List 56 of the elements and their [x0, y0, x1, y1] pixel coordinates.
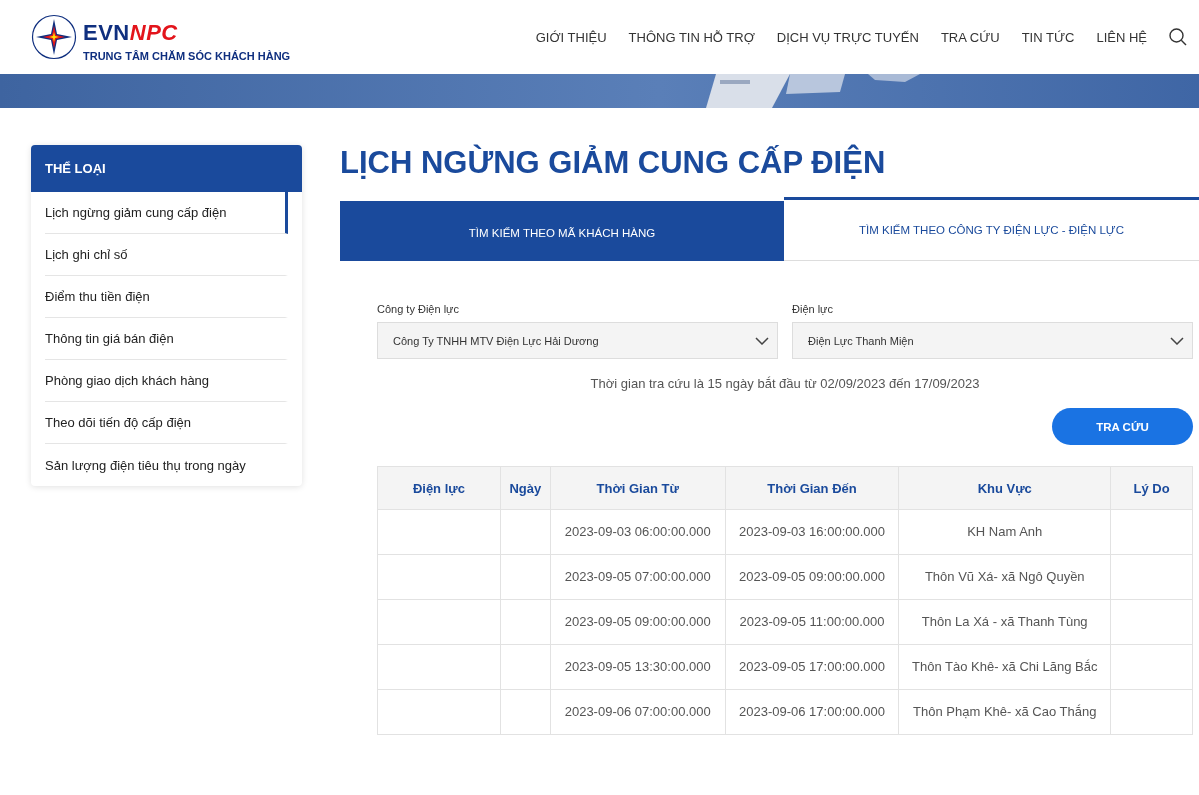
table-cell: [500, 509, 551, 555]
table-cell: 2023-09-05 13:30:00.000: [550, 644, 726, 690]
column-header: Ngày: [500, 466, 551, 510]
nav-link[interactable]: DỊCH VỤ TRỰC TUYẾN: [776, 29, 919, 45]
nav-link[interactable]: LIÊN HỆ: [1096, 29, 1147, 45]
sidebar-item[interactable]: Điểm thu tiền điện: [45, 276, 288, 318]
table-cell: [500, 599, 551, 645]
table-cell: Thôn La Xá - xã Thanh Tùng: [898, 599, 1111, 645]
table-cell: 2023-09-05 11:00:00.000: [725, 599, 899, 645]
select-field[interactable]: Điện Lực Thanh Miện: [792, 322, 1193, 359]
column-header: Lý Do: [1110, 466, 1193, 510]
logo-text: EVN: [83, 22, 130, 44]
sidebar-item[interactable]: Theo dõi tiến độ cấp điện: [45, 402, 288, 444]
chevron-down-icon: [755, 336, 769, 345]
nav-link[interactable]: TRA CỨU: [940, 29, 1000, 45]
logo-text: NPC: [129, 22, 178, 44]
tab[interactable]: TÌM KIẾM THEO MÃ KHÁCH HÀNG: [340, 201, 784, 261]
table-cell: KH Nam Anh: [898, 509, 1111, 555]
table-cell: 2023-09-03 16:00:00.000: [725, 509, 899, 555]
table-cell: 2023-09-05 09:00:00.000: [550, 599, 726, 645]
table-cell: Thôn Phạm Khê- xã Cao Thắng: [898, 689, 1111, 735]
table-cell: 2023-09-05 17:00:00.000: [725, 644, 899, 690]
nav-link[interactable]: THÔNG TIN HỖ TRỢ: [628, 29, 755, 45]
table-cell: 2023-09-05 09:00:00.000: [725, 554, 899, 600]
table-cell: 2023-09-06 17:00:00.000: [725, 689, 899, 735]
table-cell: 2023-09-03 06:00:00.000: [550, 509, 726, 555]
field-label: Công ty Điện lực: [377, 303, 460, 315]
info-text: Thời gian tra cứu là 15 ngày bắt đầu từ 02/09/2023 đến 17/09/2023: [589, 376, 981, 391]
field-label: Điện lực: [792, 303, 834, 315]
sidebar-item[interactable]: Sản lượng điện tiêu thụ trong ngày: [45, 444, 288, 486]
column-header: Thời Gian Đến: [725, 466, 899, 510]
sidebar-item[interactable]: Lịch ngừng giảm cung cấp điện: [45, 192, 288, 234]
select-field[interactable]: Công Ty TNHH MTV Điện Lực Hải Dương: [377, 322, 778, 359]
table-cell: [500, 554, 551, 600]
table-cell: 2023-09-05 07:00:00.000: [550, 554, 726, 600]
chevron-down-icon: [1170, 336, 1184, 345]
page-title: LỊCH NGỪNG GIẢM CUNG CẤP ĐIỆN: [340, 145, 887, 181]
nav-link[interactable]: TIN TỨC: [1021, 29, 1075, 45]
search-button[interactable]: TRA CỨU: [1052, 408, 1193, 445]
sidebar-item[interactable]: Phòng giao dịch khách hàng: [45, 360, 288, 402]
sidebar-item[interactable]: Thông tin giá bán điện: [45, 318, 288, 360]
tab[interactable]: TÌM KIẾM THEO CÔNG TY ĐIỆN LỰC - ĐIỆN LỰC: [784, 197, 1199, 261]
logo-subtitle: TRUNG TÂM CHĂM SÓC KHÁCH HÀNG: [83, 50, 291, 62]
nav-link[interactable]: GIỚI THIỆU: [535, 29, 607, 45]
logo-icon: [31, 14, 77, 60]
sidebar-item[interactable]: Lịch ghi chỉ số: [45, 234, 288, 276]
column-header: Điện lực: [377, 466, 501, 510]
column-header: Khu Vực: [898, 466, 1111, 510]
table-cell: Thôn Vũ Xá- xã Ngô Quyền: [898, 554, 1111, 600]
table-cell: 2023-09-06 07:00:00.000: [550, 689, 726, 735]
sidebar-title: THỂ LOẠI: [31, 145, 302, 192]
search-icon[interactable]: [1169, 28, 1187, 46]
table-cell: Thôn Tào Khê- xã Chi Lăng Bắc: [898, 644, 1111, 690]
column-header: Thời Gian Từ: [550, 466, 726, 510]
table-cell: [500, 644, 551, 690]
table-cell: [500, 689, 551, 735]
